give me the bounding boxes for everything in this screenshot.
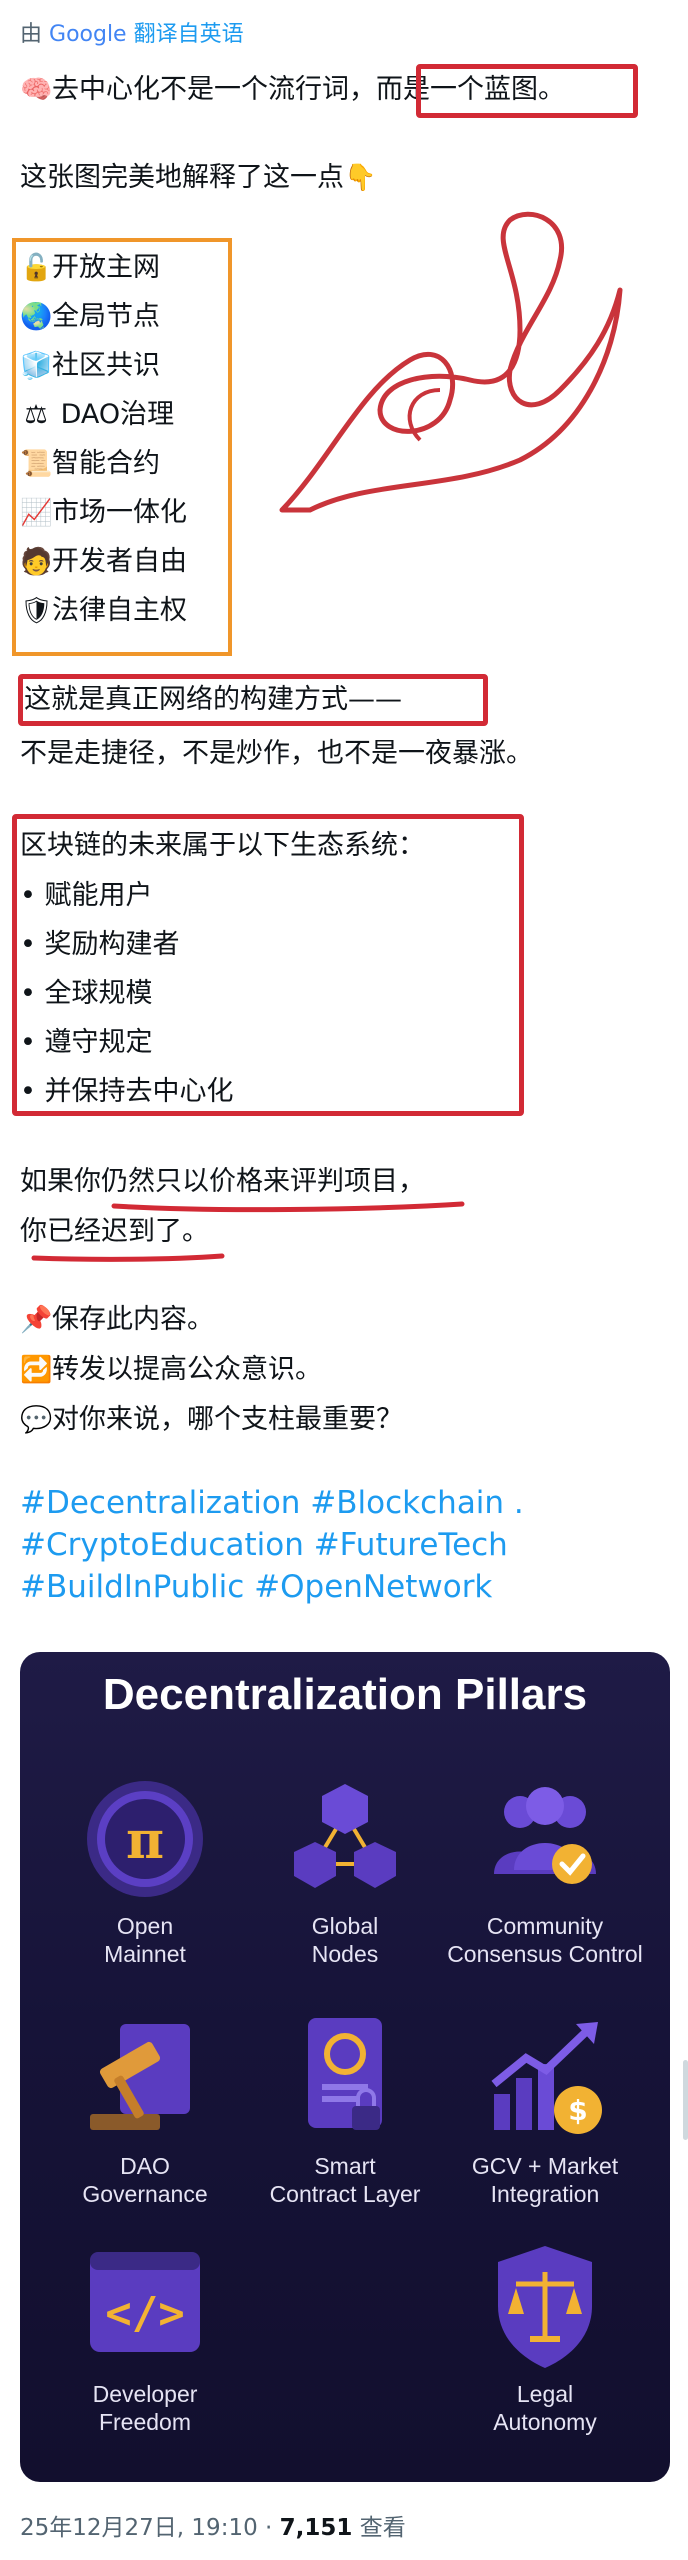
chart-up-icon: 📈 (20, 498, 53, 528)
future-list-item: • 赋能用户 (20, 880, 153, 911)
pillar-label: Global Nodes (311, 1913, 379, 1967)
pillar-list-item: 🧑开发者自由 (20, 542, 187, 582)
hashtag-line-1[interactable]: #Decentralization #Blockchain . (20, 1482, 524, 1524)
scales-icon: ⚖ (24, 400, 48, 430)
hashtag-line-2[interactable]: #CryptoEducation #FutureTech (20, 1524, 508, 1566)
pillar-list-text: 法律自主权 (52, 595, 187, 626)
hashtag-line-3[interactable]: #BuildInPublic #OpenNetwork (20, 1566, 492, 1608)
action-line: 🔁转发以提高公众意识。 (20, 1350, 322, 1390)
pillar-dao-governance: DAO Governance (40, 2014, 250, 2254)
translate-link[interactable]: 翻译自英语 (134, 22, 244, 47)
future-list-item: • 并保持去中心化 (20, 1076, 234, 1107)
pillar-list-text: 开放主网 (52, 252, 160, 283)
future-list-item: • 遵守规定 (20, 1027, 153, 1058)
view-count: 7,151 (279, 2515, 353, 2541)
pillar-list-item: ⚖ DAO治理 (20, 395, 174, 435)
future-list-item: • 全球规模 (20, 978, 153, 1009)
svg-text:</>: </> (105, 2288, 184, 2339)
pillar-list-item: 📈市场一体化 (20, 493, 187, 533)
red-scribble-drawing (279, 211, 623, 513)
svg-text:π: π (126, 1810, 164, 1871)
post-meta: 25年12月27日, 19:10 · 7,151 查看 (20, 2508, 406, 2542)
post-date: 25年12月27日, 19:10 · (20, 2515, 280, 2541)
pillar-list-item: 🔓开放主网 (20, 248, 160, 288)
intro-text: 这张图完美地解释了这一点 (20, 162, 344, 193)
contract-lock-icon (308, 2018, 382, 2130)
red-underline-2 (31, 1253, 225, 1262)
pillar-label: Smart Contract Layer (269, 2153, 421, 2207)
views-label: 查看 (352, 2515, 406, 2541)
pillar-list-text: 市场一体化 (52, 497, 187, 528)
pillar-community-consensus: Community Consensus Control (440, 1774, 650, 2014)
pillar-global-nodes: Global Nodes (240, 1774, 450, 2014)
cubes-network-icon (294, 1784, 396, 1888)
pillar-list-item: 📜智能合约 (20, 444, 160, 484)
late-line-2: 你已经迟到了。 (20, 1216, 209, 1247)
svg-text:$: $ (568, 2094, 587, 2127)
repeat-icon: 🔁 (20, 1355, 53, 1385)
headline-part1: 去中心化不是一个流行词， (52, 74, 376, 105)
pillar-label: Community Consensus Control (447, 1913, 643, 1967)
action-text: 保存此内容。 (52, 1304, 214, 1335)
pillar-label: GCV + Market Integration (471, 2153, 619, 2207)
scrollbar[interactable] (683, 2060, 688, 2140)
pillar-list-text: DAO治理 (52, 399, 175, 430)
people-check-icon (494, 1787, 596, 1884)
future-list-item: • 奖励构建者 (20, 929, 180, 960)
intro-line: 这张图完美地解释了这一点👇 (20, 158, 376, 198)
pillar-list-item: 🛡法律自主权 (20, 591, 187, 631)
shield-icon: 🛡 (20, 596, 54, 626)
translate-bar: 由 Google 翻译自英语 (20, 16, 244, 48)
action-text: 对你来说，哪个支柱最重要？ (52, 1404, 403, 1435)
build-line-2: 不是走捷径，不是炒作，也不是一夜暴涨。 (20, 738, 533, 769)
brain-icon: 🧠 (20, 75, 53, 105)
lock-icon: 🔓 (20, 253, 53, 283)
gavel-icon (90, 2024, 190, 2130)
future-title: 区块链的未来属于以下生态系统： (20, 830, 425, 861)
highlight-blueprint-box (416, 64, 638, 118)
pillar-label: Developer Freedom (92, 2381, 198, 2435)
pillar-gcv-market: $ GCV + Market Integration (440, 2014, 650, 2254)
developer-icon: 🧑 (20, 547, 53, 577)
google-logo: Google (49, 22, 127, 47)
pillar-label: DAO Governance (82, 2153, 208, 2207)
globe-icon: 🌏 (20, 302, 53, 332)
action-line: 📌保存此内容。 (20, 1300, 214, 1340)
pillar-open-mainnet: π Open Mainnet (40, 1774, 250, 2014)
card-title: Decentralization Pillars (102, 1670, 588, 1719)
highlight-build-box (18, 674, 488, 726)
pillar-list-text: 全局节点 (52, 301, 160, 332)
scroll-icon: 📜 (20, 449, 53, 479)
pillar-smart-contract: Smart Contract Layer (240, 2014, 450, 2254)
action-text: 转发以提高公众意识。 (52, 1354, 322, 1385)
pillar-label: Open Mainnet (104, 1913, 186, 1967)
pillar-developer-freedom: </> Developer Freedom (40, 2242, 250, 2482)
speech-icon: 💬 (20, 1405, 53, 1435)
pointing-down-icon: 👇 (344, 163, 377, 193)
translate-prefix: 由 (20, 22, 43, 47)
pillar-list-item: 🧊社区共识 (20, 346, 160, 386)
scales-shield-icon (498, 2246, 592, 2368)
pi-coin-icon: π (87, 1781, 203, 1897)
pin-icon: 📌 (20, 1305, 53, 1335)
pillar-legal-autonomy: Legal Autonomy (440, 2242, 650, 2482)
pillars-image-card[interactable]: Decentralization Pillars π Open Mainnet … (20, 1652, 670, 2482)
pillar-label: Legal Autonomy (493, 2381, 597, 2435)
pillar-list-text: 智能合约 (52, 448, 160, 479)
action-line: 💬对你来说，哪个支柱最重要？ (20, 1400, 403, 1440)
pillar-list-item: 🌏全局节点 (20, 297, 160, 337)
box-icon: 🧊 (20, 351, 53, 381)
growth-coin-icon: $ (491, 2022, 602, 2134)
pillar-list-text: 开发者自由 (52, 546, 187, 577)
pillar-list-text: 社区共识 (52, 350, 160, 381)
code-icon: </> (90, 2252, 200, 2352)
